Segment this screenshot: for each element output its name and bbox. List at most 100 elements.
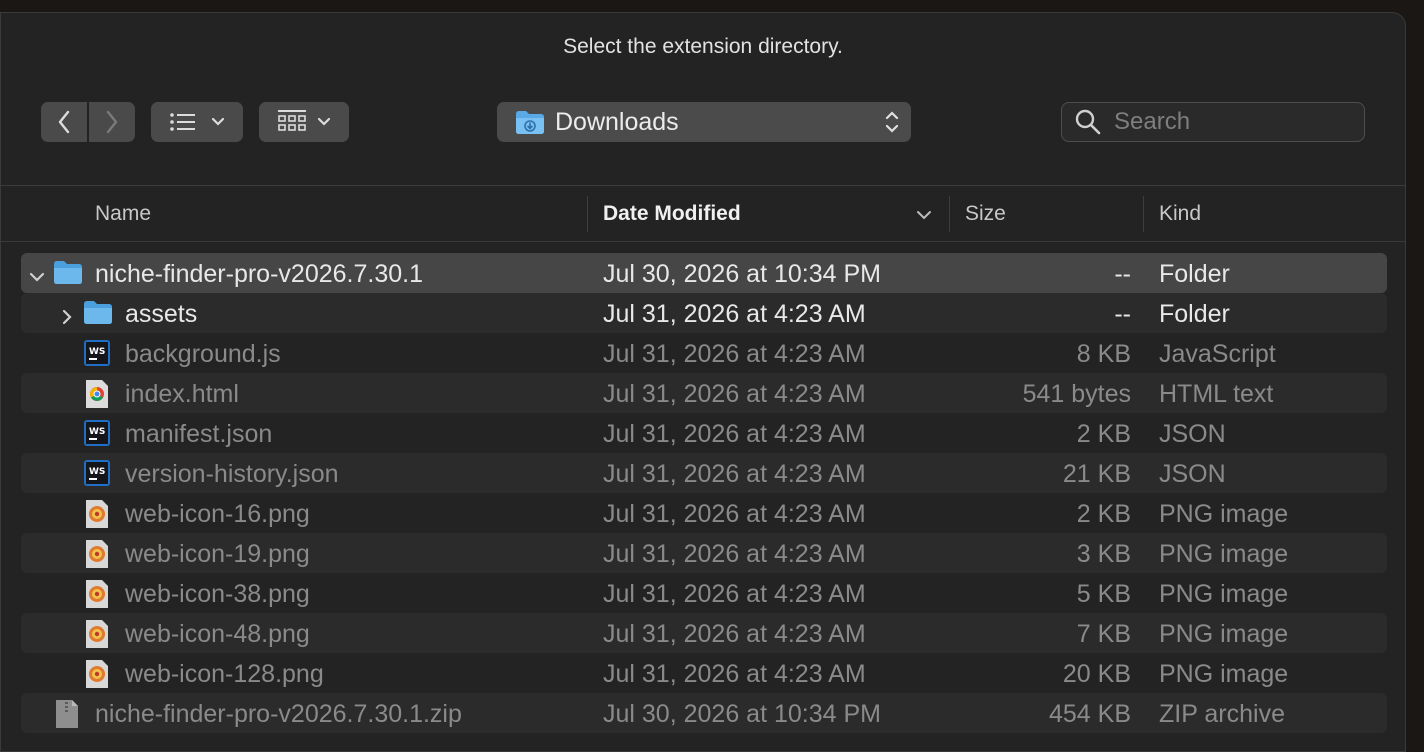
file-name: niche-finder-pro-v2026.7.30.1.zip [95,700,462,728]
file-row[interactable]: web-icon-48.png Jul 31, 2026 at 4:23 AM 7 … [21,613,1387,653]
file-row[interactable]: WS background.js Jul 31, 2026 at 4:23 AM 8 … [21,333,1387,373]
file-row[interactable]: WS manifest.json Jul 31, 2026 at 4:23 AM 2 … [21,413,1387,453]
column-size[interactable]: Size [965,202,1006,226]
location-popup[interactable]: Downloads [497,102,911,142]
file-date: Jul 30, 2026 at 10:34 PM [603,260,881,288]
file-size: 454 KB [1048,700,1131,728]
file-size: -- [1114,260,1131,288]
file-size: 2 KB [1076,500,1131,528]
chevron-down-icon [317,117,331,126]
gallery-view-icon [278,110,306,131]
folder-icon [53,259,83,292]
file-kind: PNG image [1159,660,1289,688]
file-name: web-icon-128.png [125,660,324,688]
column-separator[interactable] [587,196,588,232]
chevron-right-icon [106,110,118,134]
file-name: version-history.json [125,460,339,488]
grid-view-button[interactable] [259,102,349,142]
forward-button[interactable] [89,102,135,142]
file-name: index.html [125,380,239,408]
file-kind: Folder [1159,260,1230,288]
file-date: Jul 31, 2026 at 4:23 AM [603,580,866,608]
svg-text:WS: WS [89,467,105,477]
webstorm-file-icon: WS [83,459,111,494]
back-button[interactable] [41,102,87,142]
column-separator[interactable] [1143,196,1144,232]
file-kind: ZIP archive [1159,700,1285,728]
file-row[interactable]: web-icon-128.png Jul 31, 2026 at 4:23 AM 2… [21,653,1387,693]
file-size: 7 KB [1076,620,1131,648]
png-image-icon [83,539,111,576]
file-row[interactable]: web-icon-19.png Jul 31, 2026 at 4:23 AM 3 … [21,533,1387,573]
location-label: Downloads [555,107,679,136]
folder-icon [83,299,113,332]
file-row[interactable]: index.html Jul 31, 2026 at 4:23 AM 541 byt… [21,373,1387,413]
file-kind: HTML text [1159,380,1274,408]
column-name[interactable]: Name [95,202,151,226]
file-date: Jul 31, 2026 at 4:23 AM [603,660,866,688]
file-row[interactable]: niche-finder-pro-v2026.7.30.1 Jul 30, 202… [21,253,1387,293]
webstorm-file-icon: WS [83,419,111,454]
column-separator[interactable] [949,196,950,232]
downloads-folder-icon [516,111,544,134]
file-name: assets [125,300,198,328]
list-view-button[interactable] [151,102,243,142]
file-name: manifest.json [125,420,273,448]
file-date: Jul 30, 2026 at 10:34 PM [603,700,881,728]
file-name: web-icon-48.png [125,620,310,648]
file-row[interactable]: niche-finder-pro-v2026.7.30.1.zip Jul 30,… [21,693,1387,733]
file-kind: JSON [1159,420,1226,448]
sort-descending-icon [917,211,931,220]
zip-file-icon [53,699,81,736]
file-size: 21 KB [1062,460,1131,488]
file-kind: PNG image [1159,620,1289,648]
file-row[interactable]: WS version-history.json Jul 31, 2026 at 4:… [21,453,1387,493]
updown-chevron-icon [885,111,899,133]
chevron-left-icon [58,110,70,134]
file-row[interactable]: web-icon-38.png Jul 31, 2026 at 4:23 AM 5 … [21,573,1387,613]
list-view-icon [170,113,195,131]
column-kind[interactable]: Kind [1159,202,1201,226]
file-kind: JSON [1159,460,1226,488]
file-name: web-icon-38.png [125,580,310,608]
file-date: Jul 31, 2026 at 4:23 AM [603,340,866,368]
search-field[interactable] [1061,102,1365,142]
header-divider [1,241,1405,242]
file-date: Jul 31, 2026 at 4:23 AM [603,500,866,528]
search-input[interactable] [1114,108,1334,136]
file-name: web-icon-19.png [125,540,310,568]
png-image-icon [83,659,111,696]
svg-text:WS: WS [89,347,105,357]
file-date: Jul 31, 2026 at 4:23 AM [603,460,866,488]
dialog-title: Select the extension directory. [563,35,843,58]
chrome-file-icon [83,379,111,416]
file-row[interactable]: web-icon-16.png Jul 31, 2026 at 4:23 AM 2 … [21,493,1387,533]
png-image-icon [83,499,111,536]
file-date: Jul 31, 2026 at 4:23 AM [603,380,866,408]
disclosure-closed-icon[interactable] [59,303,75,332]
file-name: web-icon-16.png [125,500,310,528]
file-date: Jul 31, 2026 at 4:23 AM [603,420,866,448]
png-image-icon [83,579,111,616]
file-date: Jul 31, 2026 at 4:23 AM [603,620,866,648]
file-date: Jul 31, 2026 at 4:23 AM [603,300,866,328]
file-name: background.js [125,340,281,368]
disclosure-open-icon[interactable] [29,263,45,292]
file-size: 3 KB [1076,540,1131,568]
column-date-modified[interactable]: Date Modified [603,202,741,226]
png-image-icon [83,619,111,656]
file-size: 8 KB [1076,340,1131,368]
webstorm-file-icon: WS [83,339,111,374]
file-kind: Folder [1159,300,1230,328]
file-size: 5 KB [1076,580,1131,608]
file-size: 2 KB [1076,420,1131,448]
file-size: -- [1114,300,1131,328]
column-header: Name Date Modified Size Kind [1,186,1405,242]
file-row[interactable]: assets Jul 31, 2026 at 4:23 AM -- Folder [21,293,1387,333]
file-name: niche-finder-pro-v2026.7.30.1 [95,260,423,288]
file-kind: JavaScript [1159,340,1276,368]
file-date: Jul 31, 2026 at 4:23 AM [603,540,866,568]
file-kind: PNG image [1159,580,1289,608]
file-kind: PNG image [1159,540,1289,568]
chevron-down-icon [211,117,225,126]
